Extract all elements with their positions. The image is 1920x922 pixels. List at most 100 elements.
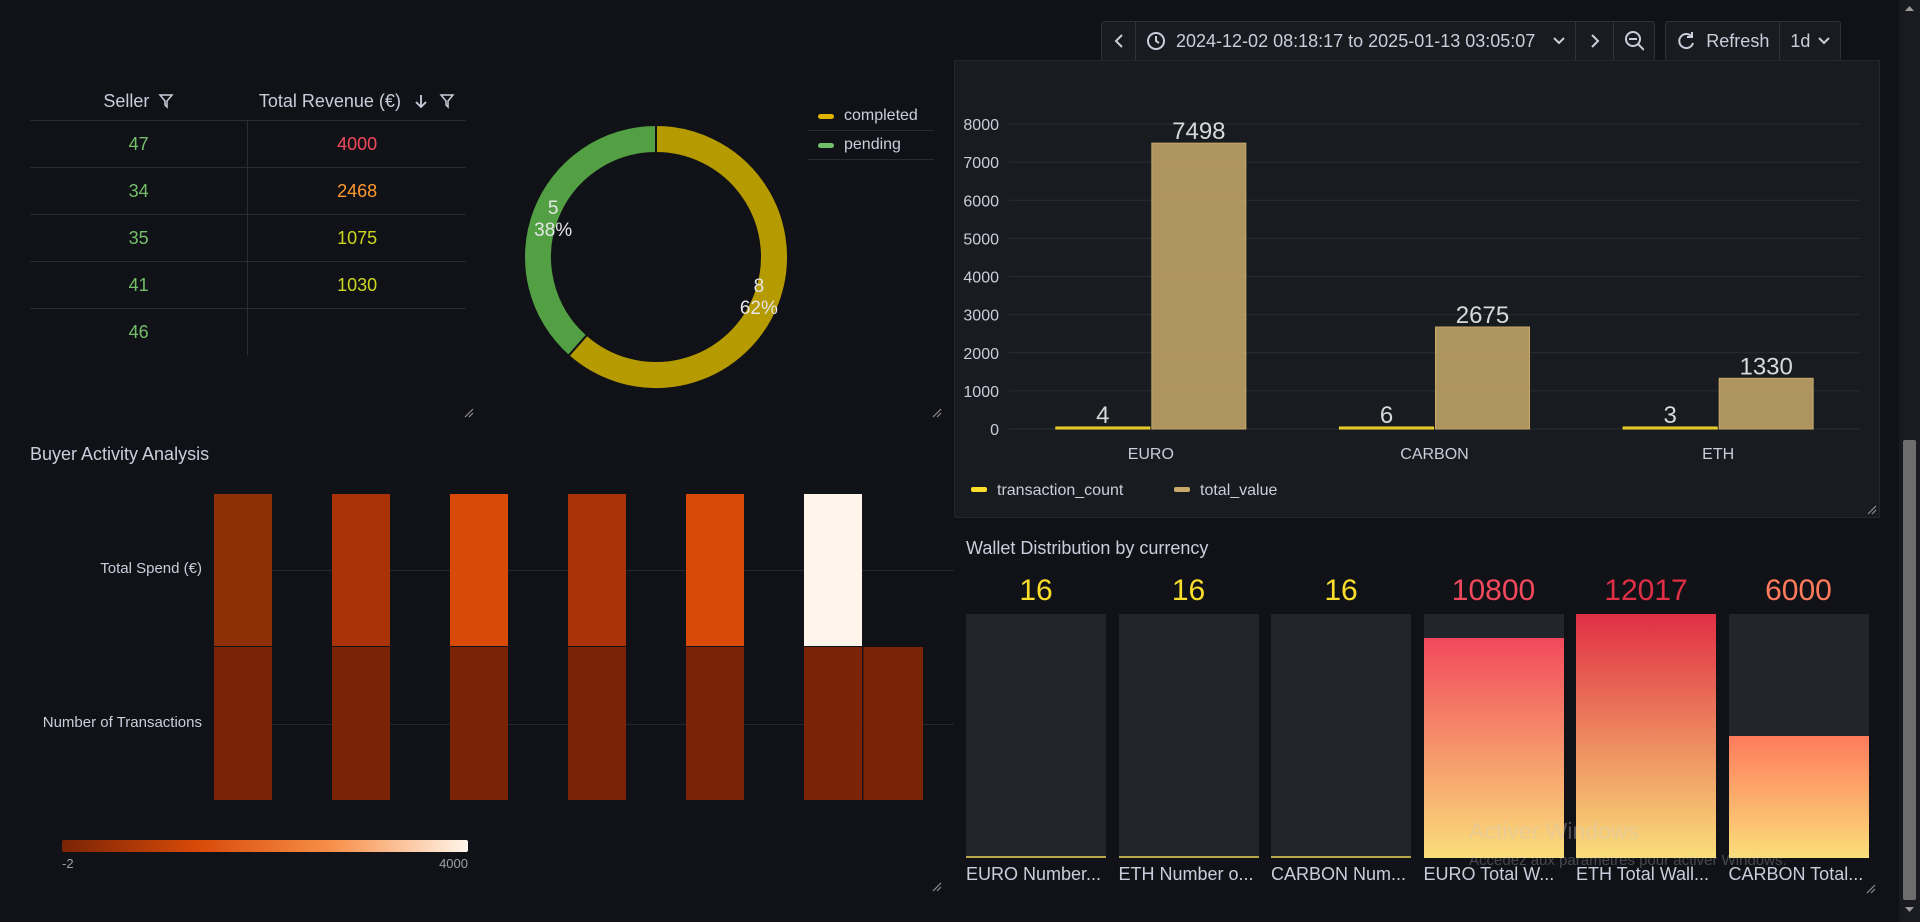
x-tick-label: CARBON <box>1400 446 1468 463</box>
refresh-button[interactable]: Refresh <box>1666 22 1781 60</box>
heatmap-cell[interactable] <box>450 494 508 646</box>
y-tick-label: 4000 <box>963 270 999 287</box>
bar-value-label: 7498 <box>1172 118 1225 145</box>
y-tick-label: 6000 <box>963 193 999 210</box>
buyer-heatmap-panel: Buyer Activity Analysis Total Spend (€) … <box>30 440 954 900</box>
wallet-value: 16 <box>1171 574 1206 607</box>
wallet-bar-fill[interactable] <box>1118 855 1259 858</box>
wallet-bar-fill[interactable] <box>1728 736 1869 858</box>
y-tick-label: 7000 <box>963 155 999 172</box>
bar-value-label: 4 <box>1096 402 1109 429</box>
time-back-button[interactable] <box>1102 22 1136 60</box>
chevron-left-icon <box>1114 34 1123 48</box>
legend-item-completed[interactable]: completed <box>808 102 934 131</box>
donut-percent-label: 62% <box>740 298 778 319</box>
panel-resize-handle[interactable] <box>932 408 942 418</box>
wallet-value: 16 <box>1019 574 1053 607</box>
seller-cell: 47 <box>30 120 249 168</box>
y-tick-label: 1000 <box>963 384 999 401</box>
wallet-bar-fill[interactable] <box>966 855 1106 858</box>
heatmap-row-label: Total Spend (€) <box>100 560 202 577</box>
wallet-bar-fill[interactable] <box>1271 855 1411 858</box>
heatmap-cell[interactable] <box>863 647 923 800</box>
heatmap-cell[interactable] <box>568 647 626 800</box>
sort-desc-icon[interactable] <box>414 93 428 109</box>
scroll-down-icon[interactable] <box>1904 906 1915 914</box>
scrollbar-thumb[interactable] <box>1903 440 1916 900</box>
donut-percent-label: 38% <box>534 220 572 241</box>
heatmap-cell[interactable] <box>214 494 272 646</box>
panel-resize-handle[interactable] <box>1866 884 1876 894</box>
wallet-distribution-panel: Wallet Distribution by currency 16 EURO N… <box>954 530 1880 900</box>
heatmap-cell[interactable] <box>568 494 626 646</box>
y-tick-label: 8000 <box>963 117 999 134</box>
legend-swatch <box>1174 487 1190 492</box>
refresh-interval-picker[interactable]: 1d <box>1780 22 1840 60</box>
panel-resize-handle[interactable] <box>1867 505 1877 515</box>
wallet-value: 10800 <box>1451 574 1536 607</box>
refresh-icon <box>1678 32 1695 50</box>
seller-cell: 35 <box>30 214 249 262</box>
bar-total_value-EURO[interactable] <box>1151 142 1247 430</box>
time-toolbar: 2024-12-02 08:18:17 to 2025-01-13 03:05:… <box>1101 21 1842 61</box>
legend-item-pending[interactable]: pending <box>808 131 934 160</box>
heatmap-cell[interactable] <box>450 647 508 800</box>
donut-value-label: 5 <box>548 198 559 219</box>
seller-table-panel: Seller Total Revenue (€) 47 4000 34 2468 35 1… <box>30 82 474 418</box>
legend-swatch <box>971 487 987 492</box>
heatmap-row-label: Number of Transactions <box>42 714 202 731</box>
bar-value-label: 1330 <box>1739 353 1792 380</box>
wallet-bar-track <box>966 614 1106 858</box>
legend-label: pending <box>844 136 901 153</box>
scale-max-label: 4000 <box>439 856 468 871</box>
y-tick-label: 2000 <box>963 346 999 363</box>
panel-resize-handle[interactable] <box>932 882 942 892</box>
revenue-cell <box>247 308 466 355</box>
table-row: 46 <box>30 308 466 355</box>
table-row: 35 1075 <box>30 214 466 262</box>
wallet-bar-track <box>1118 614 1259 858</box>
column-header-revenue[interactable]: Total Revenue (€) <box>248 82 466 121</box>
seller-cell: 34 <box>30 167 249 215</box>
time-picker-group: 2024-12-02 08:18:17 to 2025-01-13 03:05:… <box>1101 21 1656 61</box>
heatmap-cell[interactable] <box>214 647 272 800</box>
filter-icon[interactable] <box>439 93 455 109</box>
x-tick-label: ETH <box>1702 446 1734 463</box>
wallet-value: 16 <box>1324 574 1358 607</box>
scale-min-label: -2 <box>62 856 74 871</box>
scrollbar-track[interactable] <box>1899 0 1920 922</box>
seller-table: Seller Total Revenue (€) 47 4000 34 2468 35 1… <box>30 82 466 355</box>
refresh-group: Refresh 1d <box>1665 21 1842 61</box>
scroll-up-icon[interactable] <box>1904 4 1915 12</box>
bar-total_value-ETH[interactable] <box>1718 377 1814 430</box>
chevron-down-icon <box>1818 37 1831 45</box>
time-range-picker[interactable]: 2024-12-02 08:18:17 to 2025-01-13 03:05:… <box>1136 22 1577 60</box>
revenue-cell: 2468 <box>247 167 466 215</box>
heatmap-cell[interactable] <box>332 494 390 646</box>
wallet-value: 12017 <box>1604 574 1688 607</box>
heatmap-cell[interactable] <box>804 494 862 646</box>
donut-legend: completed pending <box>808 102 934 160</box>
currency-bar-chart: 0 1000 2000 3000 4000 5000 6000 7000 8000 4 7498 EU… <box>963 117 1860 499</box>
filter-icon[interactable] <box>158 93 175 109</box>
column-header-seller[interactable]: Seller <box>30 82 248 121</box>
heatmap-cell[interactable] <box>332 647 390 800</box>
heatmap-cell[interactable] <box>686 494 744 646</box>
bar-total_value-CARBON[interactable] <box>1435 326 1530 430</box>
x-tick-label: EURO <box>1128 446 1174 463</box>
legend-label-total_value[interactable]: total_value <box>1200 482 1277 499</box>
time-forward-button[interactable] <box>1576 22 1615 60</box>
zoom-out-icon <box>1625 31 1645 51</box>
zoom-out-button[interactable] <box>1614 22 1654 60</box>
revenue-cell: 1075 <box>247 214 466 262</box>
heatmap-cell[interactable] <box>804 647 862 800</box>
time-range-text: 2024-12-02 08:18:17 to 2025-01-13 03:05:… <box>1176 30 1536 51</box>
bar-value-label: 3 <box>1663 402 1676 429</box>
legend-label: completed <box>844 107 918 124</box>
bar-value-label: 2675 <box>1456 302 1509 329</box>
table-row: 47 4000 <box>30 120 466 168</box>
heatmap-cell[interactable] <box>686 647 744 800</box>
bar-value-label: 6 <box>1380 402 1393 429</box>
legend-label-transaction_count[interactable]: transaction_count <box>997 482 1124 499</box>
activation-watermark-title: Activer Windows <box>1469 818 1639 844</box>
